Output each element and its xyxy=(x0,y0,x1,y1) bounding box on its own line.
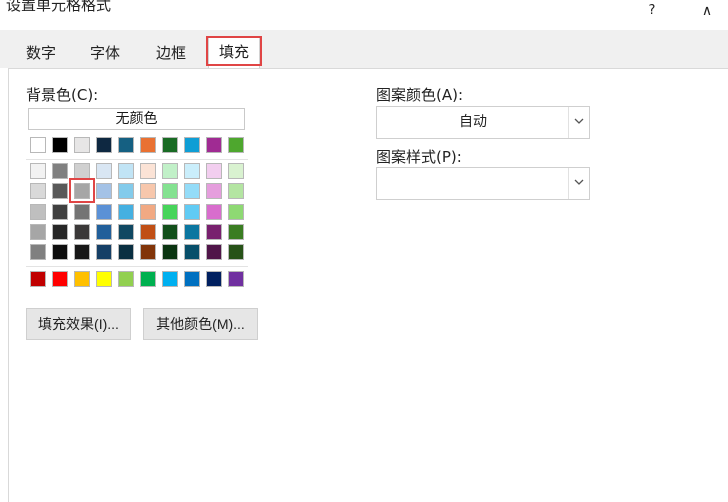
tint-color-swatch[interactable] xyxy=(206,244,222,260)
theme-color-swatch[interactable] xyxy=(74,137,90,153)
tint-color-swatch[interactable] xyxy=(52,163,68,179)
tint-color-swatch[interactable] xyxy=(96,224,112,240)
tint-color-swatch[interactable] xyxy=(184,224,200,240)
tint-color-swatch[interactable] xyxy=(206,163,222,179)
theme-color-swatch[interactable] xyxy=(228,137,244,153)
pattern-color-label: 图案颜色(A): xyxy=(376,86,464,104)
tint-color-swatch[interactable] xyxy=(96,163,112,179)
tint-color-swatch[interactable] xyxy=(52,204,68,220)
theme-color-swatch[interactable] xyxy=(52,137,68,153)
tint-color-swatch[interactable] xyxy=(30,163,46,179)
tint-color-swatch[interactable] xyxy=(140,204,156,220)
tint-color-swatch[interactable] xyxy=(162,163,178,179)
tint-color-swatch[interactable] xyxy=(206,204,222,220)
tint-color-swatch[interactable] xyxy=(118,204,134,220)
standard-color-swatch[interactable] xyxy=(162,271,178,287)
tint-color-swatch[interactable] xyxy=(96,244,112,260)
tint-color-swatch[interactable] xyxy=(30,204,46,220)
no-color-button[interactable]: 无颜色 xyxy=(28,108,245,130)
standard-color-swatch[interactable] xyxy=(96,271,112,287)
tint-color-swatch[interactable] xyxy=(140,183,156,199)
tint-color-swatch[interactable] xyxy=(52,224,68,240)
tint-color-swatch[interactable] xyxy=(228,224,244,240)
pattern-color-dropdown[interactable]: 自动 xyxy=(376,106,590,139)
tint-color-swatch[interactable] xyxy=(30,183,46,199)
theme-color-swatch[interactable] xyxy=(184,137,200,153)
tint-color-swatch[interactable] xyxy=(30,224,46,240)
tint-color-swatch[interactable] xyxy=(140,224,156,240)
help-button[interactable]: ? xyxy=(640,2,664,22)
tint-color-swatch[interactable] xyxy=(30,244,46,260)
theme-color-swatch[interactable] xyxy=(30,137,46,153)
tint-color-swatch[interactable] xyxy=(118,224,134,240)
more-colors-button[interactable]: 其他颜色(M)... xyxy=(143,308,258,340)
tint-color-swatch[interactable] xyxy=(162,244,178,260)
tint-color-swatch[interactable] xyxy=(74,183,90,199)
pattern-color-value: 自动 xyxy=(459,114,487,130)
tint-color-swatch[interactable] xyxy=(206,183,222,199)
tint-color-swatch[interactable] xyxy=(228,163,244,179)
standard-color-swatch[interactable] xyxy=(206,271,222,287)
collapse-button[interactable]: ∧ xyxy=(692,0,722,22)
tint-color-swatch[interactable] xyxy=(118,183,134,199)
standard-color-swatch[interactable] xyxy=(118,271,134,287)
fill-panel xyxy=(8,68,728,502)
background-color-label: 背景色(C): xyxy=(26,86,99,104)
theme-color-swatch[interactable] xyxy=(162,137,178,153)
standard-color-swatch[interactable] xyxy=(228,271,244,287)
standard-color-swatch[interactable] xyxy=(30,271,46,287)
standard-color-swatch[interactable] xyxy=(184,271,200,287)
pattern-style-dropdown[interactable] xyxy=(376,167,590,200)
tint-color-swatch[interactable] xyxy=(184,244,200,260)
tint-color-swatch[interactable] xyxy=(52,244,68,260)
tint-color-swatch[interactable] xyxy=(52,183,68,199)
tint-color-swatch[interactable] xyxy=(162,224,178,240)
tab-fill[interactable]: 填充 xyxy=(208,36,260,69)
theme-color-swatch[interactable] xyxy=(118,137,134,153)
standard-color-swatch[interactable] xyxy=(52,271,68,287)
palette-divider xyxy=(26,159,248,160)
chevron-down-icon[interactable] xyxy=(568,168,589,199)
pattern-style-value xyxy=(377,168,569,199)
palette-divider xyxy=(26,266,248,267)
tint-color-swatch[interactable] xyxy=(74,224,90,240)
tab-font[interactable]: 字体 xyxy=(80,38,130,68)
tint-color-swatch[interactable] xyxy=(206,224,222,240)
tint-color-swatch[interactable] xyxy=(74,244,90,260)
fill-effects-button[interactable]: 填充效果(I)... xyxy=(26,308,131,340)
tint-color-swatch[interactable] xyxy=(96,204,112,220)
theme-color-swatch[interactable] xyxy=(206,137,222,153)
tint-color-swatch[interactable] xyxy=(140,244,156,260)
tint-color-swatch[interactable] xyxy=(228,183,244,199)
theme-color-swatch[interactable] xyxy=(140,137,156,153)
tint-color-swatch[interactable] xyxy=(96,183,112,199)
tab-number[interactable]: 数字 xyxy=(16,38,66,68)
tint-color-swatch[interactable] xyxy=(228,244,244,260)
chevron-down-icon[interactable] xyxy=(568,107,589,138)
standard-color-swatch[interactable] xyxy=(140,271,156,287)
tint-color-swatch[interactable] xyxy=(184,163,200,179)
theme-color-swatch[interactable] xyxy=(96,137,112,153)
tint-color-swatch[interactable] xyxy=(184,183,200,199)
tint-color-swatch[interactable] xyxy=(74,163,90,179)
tint-color-swatch[interactable] xyxy=(74,204,90,220)
tint-color-swatch[interactable] xyxy=(162,204,178,220)
standard-color-swatch[interactable] xyxy=(74,271,90,287)
title-bar: 设置单元格格式 ? ∧ xyxy=(0,0,728,26)
tint-color-swatch[interactable] xyxy=(140,163,156,179)
dialog-title: 设置单元格格式 xyxy=(6,0,112,14)
tint-color-swatch[interactable] xyxy=(118,244,134,260)
tint-color-swatch[interactable] xyxy=(228,204,244,220)
pattern-style-label: 图案样式(P): xyxy=(376,148,462,166)
tab-border[interactable]: 边框 xyxy=(146,38,196,68)
tint-color-swatch[interactable] xyxy=(162,183,178,199)
tint-color-swatch[interactable] xyxy=(118,163,134,179)
tint-color-swatch[interactable] xyxy=(184,204,200,220)
